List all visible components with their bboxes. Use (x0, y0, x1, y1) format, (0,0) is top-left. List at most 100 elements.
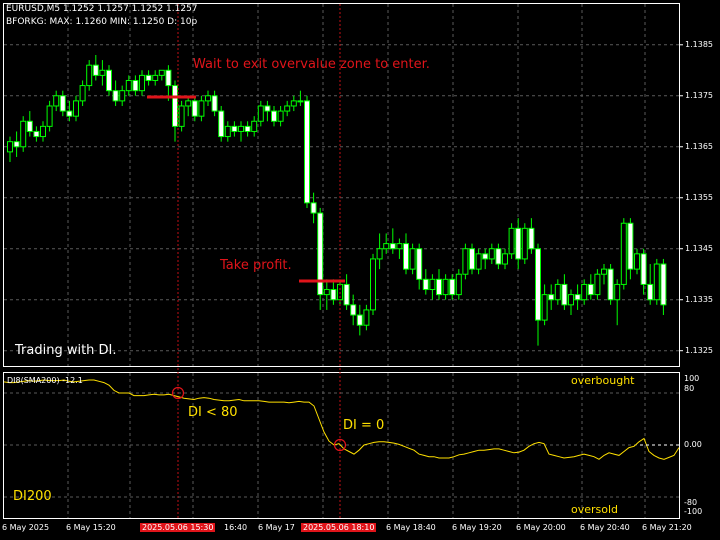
candle-bull (396, 243, 403, 250)
time-label: 6 May 20:40 (580, 523, 630, 532)
take-profit-annotation: Take profit. (220, 258, 292, 273)
overbought-label: overbought (571, 374, 635, 387)
candle-bull (7, 141, 13, 153)
candle-bull (152, 74, 159, 81)
candle-bear (660, 263, 667, 306)
price-tick-label: 1.1325 (685, 345, 713, 355)
candle-bull (634, 253, 640, 270)
candle-bull (238, 125, 244, 132)
candle-bull (455, 273, 462, 296)
candle-bear (145, 74, 152, 81)
candle-bear (330, 289, 337, 301)
candle-bear (310, 202, 317, 214)
di-eq-0-annotation: DI = 0 (343, 418, 385, 433)
candle-bull (53, 95, 60, 107)
candle-bear (587, 283, 594, 296)
symbol-header: EURUSD,M5 1.1252 1.1257 1.1252 1.1257 (6, 4, 198, 14)
candle-bear (627, 222, 634, 270)
candle-bear (515, 227, 522, 260)
candle-bear (231, 125, 238, 132)
candle-bull (198, 100, 205, 117)
candle-bear (469, 248, 475, 270)
candle-bear (422, 278, 429, 291)
candle-bear (112, 90, 119, 102)
candle-bull (99, 69, 106, 76)
candle-bull (139, 74, 145, 92)
indicator-label: DI8(SMA200) -12.1 (7, 376, 83, 385)
candle-bull (383, 243, 390, 250)
candle-bear (33, 130, 40, 138)
chart-frame (3, 3, 680, 519)
candle-bull (79, 85, 86, 102)
time-label: 6 May 17 (258, 523, 295, 532)
candle-bear (647, 283, 654, 301)
indicator-axis-label: 80 (684, 384, 695, 393)
candle-bull (185, 100, 192, 107)
price-tick-label: 1.1345 (685, 243, 713, 253)
time-label: 6 May 19:20 (452, 523, 502, 532)
candle-bull (178, 105, 185, 127)
candle-bear (561, 283, 568, 306)
candle-bear (640, 253, 647, 285)
candle-bear (482, 253, 489, 260)
candle-bear (350, 304, 357, 316)
price-tick-label: 1.1385 (685, 39, 713, 49)
price-tick-label: 1.1355 (685, 192, 713, 202)
indicator-axis-label: -80 (684, 498, 698, 507)
time-label: 6 May 18:40 (386, 523, 436, 532)
candle-bear (607, 268, 614, 301)
candle-bear (528, 227, 535, 250)
candle-bear (106, 69, 112, 92)
time-label-highlighted: 2025.05.06 18:10 (301, 523, 377, 532)
candle-bear (132, 79, 139, 92)
time-label: 6 May 15:20 (66, 523, 116, 532)
candle-bear (535, 248, 541, 321)
candle-bull (462, 248, 469, 275)
candle-bull (251, 120, 258, 132)
candle-bull (521, 227, 528, 260)
candle-bull (20, 120, 27, 148)
candle-bear (343, 283, 350, 306)
candle-bull (257, 105, 264, 122)
time-label: 6 May 21:20 (642, 523, 692, 532)
wait-annotation: Wait to exit overvalue zone to enter. (193, 57, 430, 72)
candle-bull (370, 258, 376, 311)
di200-annotation: DI200 (13, 489, 52, 504)
candle-bull (620, 222, 627, 285)
candle-bull (508, 227, 515, 255)
candle-bear (436, 278, 442, 296)
time-label: 16:40 (224, 523, 248, 532)
candle-bear (211, 95, 218, 112)
candle-bear (495, 248, 502, 265)
indicator-axis-label: 0.00 (684, 440, 702, 449)
candle-bear (191, 100, 198, 117)
candle-bear (59, 95, 66, 112)
indicator-layer (3, 379, 680, 498)
candle-bull (125, 79, 132, 92)
candle-bull (119, 90, 126, 102)
candle-bull (488, 248, 495, 260)
candle-bear (356, 314, 363, 326)
candle-bull (277, 110, 284, 122)
candle-bear (218, 110, 225, 138)
candle-bull (594, 273, 601, 296)
candle-bull (376, 248, 383, 260)
candles-layer (7, 54, 667, 346)
candle-bull (568, 294, 574, 306)
candle-bear (548, 294, 555, 301)
candle-bull (73, 100, 79, 117)
candle-bear (264, 105, 271, 112)
candle-bull (205, 95, 211, 102)
candle-bull (442, 278, 449, 296)
candle-bull (323, 289, 330, 296)
candle-bear (13, 141, 20, 148)
price-tick-label: 1.1375 (685, 90, 713, 100)
candle-bull (653, 263, 660, 301)
candle-bear (244, 125, 251, 132)
candle-bull (614, 283, 621, 301)
candle-bear (403, 243, 409, 270)
chart-canvas (3, 3, 683, 519)
price-tick-label: 1.1335 (685, 294, 713, 304)
candle-bear (66, 110, 73, 117)
candle-bull (475, 253, 482, 270)
